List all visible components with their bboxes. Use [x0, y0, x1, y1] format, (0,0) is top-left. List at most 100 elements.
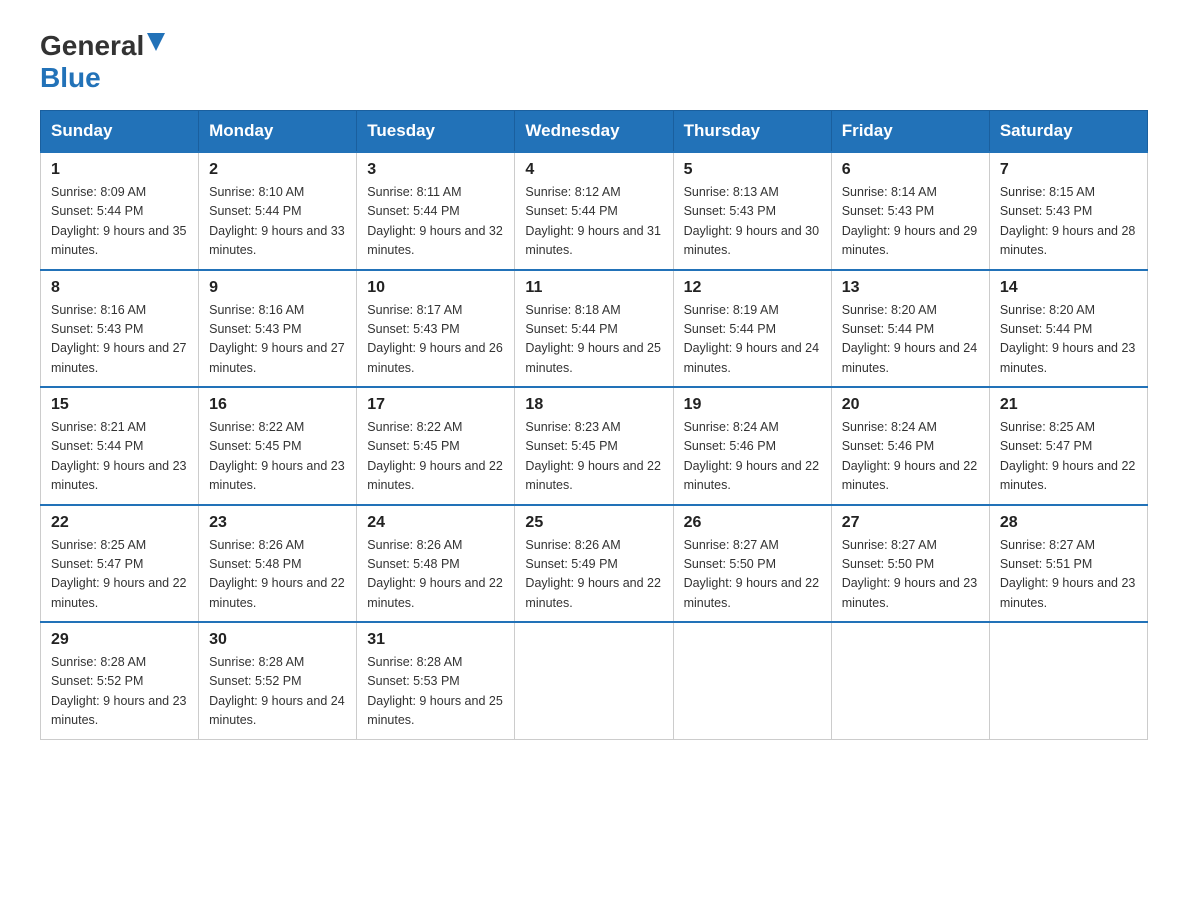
day-number: 25 — [525, 514, 662, 532]
day-number: 8 — [51, 279, 188, 297]
column-header-tuesday: Tuesday — [357, 111, 515, 153]
day-info: Sunrise: 8:16 AMSunset: 5:43 PMDaylight:… — [209, 303, 345, 375]
day-info: Sunrise: 8:10 AMSunset: 5:44 PMDaylight:… — [209, 185, 345, 257]
day-info: Sunrise: 8:09 AMSunset: 5:44 PMDaylight:… — [51, 185, 187, 257]
day-number: 11 — [525, 279, 662, 297]
day-info: Sunrise: 8:25 AMSunset: 5:47 PMDaylight:… — [51, 538, 187, 610]
day-info: Sunrise: 8:20 AMSunset: 5:44 PMDaylight:… — [842, 303, 978, 375]
calendar-cell — [989, 622, 1147, 739]
calendar-week-row: 22 Sunrise: 8:25 AMSunset: 5:47 PMDaylig… — [41, 505, 1148, 623]
day-number: 4 — [525, 161, 662, 179]
column-header-saturday: Saturday — [989, 111, 1147, 153]
calendar-cell: 16 Sunrise: 8:22 AMSunset: 5:45 PMDaylig… — [199, 387, 357, 505]
calendar-cell: 18 Sunrise: 8:23 AMSunset: 5:45 PMDaylig… — [515, 387, 673, 505]
day-number: 18 — [525, 396, 662, 414]
calendar-cell: 31 Sunrise: 8:28 AMSunset: 5:53 PMDaylig… — [357, 622, 515, 739]
column-header-sunday: Sunday — [41, 111, 199, 153]
day-number: 23 — [209, 514, 346, 532]
calendar-cell: 24 Sunrise: 8:26 AMSunset: 5:48 PMDaylig… — [357, 505, 515, 623]
day-number: 13 — [842, 279, 979, 297]
day-info: Sunrise: 8:15 AMSunset: 5:43 PMDaylight:… — [1000, 185, 1136, 257]
day-number: 24 — [367, 514, 504, 532]
calendar-week-row: 29 Sunrise: 8:28 AMSunset: 5:52 PMDaylig… — [41, 622, 1148, 739]
day-number: 28 — [1000, 514, 1137, 532]
day-number: 26 — [684, 514, 821, 532]
calendar-cell: 7 Sunrise: 8:15 AMSunset: 5:43 PMDayligh… — [989, 152, 1147, 270]
calendar-cell: 30 Sunrise: 8:28 AMSunset: 5:52 PMDaylig… — [199, 622, 357, 739]
calendar-cell: 8 Sunrise: 8:16 AMSunset: 5:43 PMDayligh… — [41, 270, 199, 388]
day-info: Sunrise: 8:17 AMSunset: 5:43 PMDaylight:… — [367, 303, 503, 375]
calendar-cell: 25 Sunrise: 8:26 AMSunset: 5:49 PMDaylig… — [515, 505, 673, 623]
day-info: Sunrise: 8:24 AMSunset: 5:46 PMDaylight:… — [684, 420, 820, 492]
calendar-week-row: 15 Sunrise: 8:21 AMSunset: 5:44 PMDaylig… — [41, 387, 1148, 505]
calendar-cell: 29 Sunrise: 8:28 AMSunset: 5:52 PMDaylig… — [41, 622, 199, 739]
day-number: 5 — [684, 161, 821, 179]
day-number: 16 — [209, 396, 346, 414]
day-number: 15 — [51, 396, 188, 414]
day-info: Sunrise: 8:28 AMSunset: 5:52 PMDaylight:… — [51, 655, 187, 727]
calendar-cell: 9 Sunrise: 8:16 AMSunset: 5:43 PMDayligh… — [199, 270, 357, 388]
day-number: 3 — [367, 161, 504, 179]
day-info: Sunrise: 8:27 AMSunset: 5:50 PMDaylight:… — [684, 538, 820, 610]
calendar-cell — [515, 622, 673, 739]
header: General Blue — [40, 30, 1148, 94]
day-info: Sunrise: 8:28 AMSunset: 5:53 PMDaylight:… — [367, 655, 503, 727]
day-number: 2 — [209, 161, 346, 179]
column-header-wednesday: Wednesday — [515, 111, 673, 153]
calendar-cell: 28 Sunrise: 8:27 AMSunset: 5:51 PMDaylig… — [989, 505, 1147, 623]
day-number: 20 — [842, 396, 979, 414]
day-info: Sunrise: 8:24 AMSunset: 5:46 PMDaylight:… — [842, 420, 978, 492]
day-info: Sunrise: 8:26 AMSunset: 5:49 PMDaylight:… — [525, 538, 661, 610]
day-info: Sunrise: 8:22 AMSunset: 5:45 PMDaylight:… — [367, 420, 503, 492]
day-info: Sunrise: 8:26 AMSunset: 5:48 PMDaylight:… — [367, 538, 503, 610]
day-number: 21 — [1000, 396, 1137, 414]
day-info: Sunrise: 8:23 AMSunset: 5:45 PMDaylight:… — [525, 420, 661, 492]
day-info: Sunrise: 8:26 AMSunset: 5:48 PMDaylight:… — [209, 538, 345, 610]
calendar-cell: 5 Sunrise: 8:13 AMSunset: 5:43 PMDayligh… — [673, 152, 831, 270]
column-header-thursday: Thursday — [673, 111, 831, 153]
calendar-table: SundayMondayTuesdayWednesdayThursdayFrid… — [40, 110, 1148, 740]
day-info: Sunrise: 8:14 AMSunset: 5:43 PMDaylight:… — [842, 185, 978, 257]
calendar-cell: 20 Sunrise: 8:24 AMSunset: 5:46 PMDaylig… — [831, 387, 989, 505]
calendar-cell: 2 Sunrise: 8:10 AMSunset: 5:44 PMDayligh… — [199, 152, 357, 270]
calendar-cell: 22 Sunrise: 8:25 AMSunset: 5:47 PMDaylig… — [41, 505, 199, 623]
calendar-cell: 6 Sunrise: 8:14 AMSunset: 5:43 PMDayligh… — [831, 152, 989, 270]
calendar-cell: 21 Sunrise: 8:25 AMSunset: 5:47 PMDaylig… — [989, 387, 1147, 505]
calendar-cell: 3 Sunrise: 8:11 AMSunset: 5:44 PMDayligh… — [357, 152, 515, 270]
day-number: 22 — [51, 514, 188, 532]
calendar-cell: 13 Sunrise: 8:20 AMSunset: 5:44 PMDaylig… — [831, 270, 989, 388]
calendar-cell: 23 Sunrise: 8:26 AMSunset: 5:48 PMDaylig… — [199, 505, 357, 623]
day-info: Sunrise: 8:19 AMSunset: 5:44 PMDaylight:… — [684, 303, 820, 375]
calendar-cell: 11 Sunrise: 8:18 AMSunset: 5:44 PMDaylig… — [515, 270, 673, 388]
logo-triangle-icon — [147, 33, 165, 56]
day-info: Sunrise: 8:16 AMSunset: 5:43 PMDaylight:… — [51, 303, 187, 375]
calendar-cell — [831, 622, 989, 739]
day-info: Sunrise: 8:25 AMSunset: 5:47 PMDaylight:… — [1000, 420, 1136, 492]
calendar-cell — [673, 622, 831, 739]
day-info: Sunrise: 8:28 AMSunset: 5:52 PMDaylight:… — [209, 655, 345, 727]
day-info: Sunrise: 8:11 AMSunset: 5:44 PMDaylight:… — [367, 185, 503, 257]
day-number: 6 — [842, 161, 979, 179]
calendar-cell: 4 Sunrise: 8:12 AMSunset: 5:44 PMDayligh… — [515, 152, 673, 270]
logo-blue-text: Blue — [40, 62, 101, 93]
calendar-cell: 14 Sunrise: 8:20 AMSunset: 5:44 PMDaylig… — [989, 270, 1147, 388]
day-info: Sunrise: 8:18 AMSunset: 5:44 PMDaylight:… — [525, 303, 661, 375]
day-info: Sunrise: 8:22 AMSunset: 5:45 PMDaylight:… — [209, 420, 345, 492]
day-number: 17 — [367, 396, 504, 414]
day-number: 14 — [1000, 279, 1137, 297]
day-number: 19 — [684, 396, 821, 414]
calendar-cell: 26 Sunrise: 8:27 AMSunset: 5:50 PMDaylig… — [673, 505, 831, 623]
day-number: 9 — [209, 279, 346, 297]
day-number: 12 — [684, 279, 821, 297]
calendar-cell: 10 Sunrise: 8:17 AMSunset: 5:43 PMDaylig… — [357, 270, 515, 388]
calendar-cell: 27 Sunrise: 8:27 AMSunset: 5:50 PMDaylig… — [831, 505, 989, 623]
day-info: Sunrise: 8:27 AMSunset: 5:50 PMDaylight:… — [842, 538, 978, 610]
day-info: Sunrise: 8:21 AMSunset: 5:44 PMDaylight:… — [51, 420, 187, 492]
calendar-cell: 19 Sunrise: 8:24 AMSunset: 5:46 PMDaylig… — [673, 387, 831, 505]
day-number: 1 — [51, 161, 188, 179]
calendar-cell: 17 Sunrise: 8:22 AMSunset: 5:45 PMDaylig… — [357, 387, 515, 505]
calendar-cell: 12 Sunrise: 8:19 AMSunset: 5:44 PMDaylig… — [673, 270, 831, 388]
day-info: Sunrise: 8:13 AMSunset: 5:43 PMDaylight:… — [684, 185, 820, 257]
logo: General Blue — [40, 30, 165, 94]
logo-general-text: General — [40, 30, 144, 62]
